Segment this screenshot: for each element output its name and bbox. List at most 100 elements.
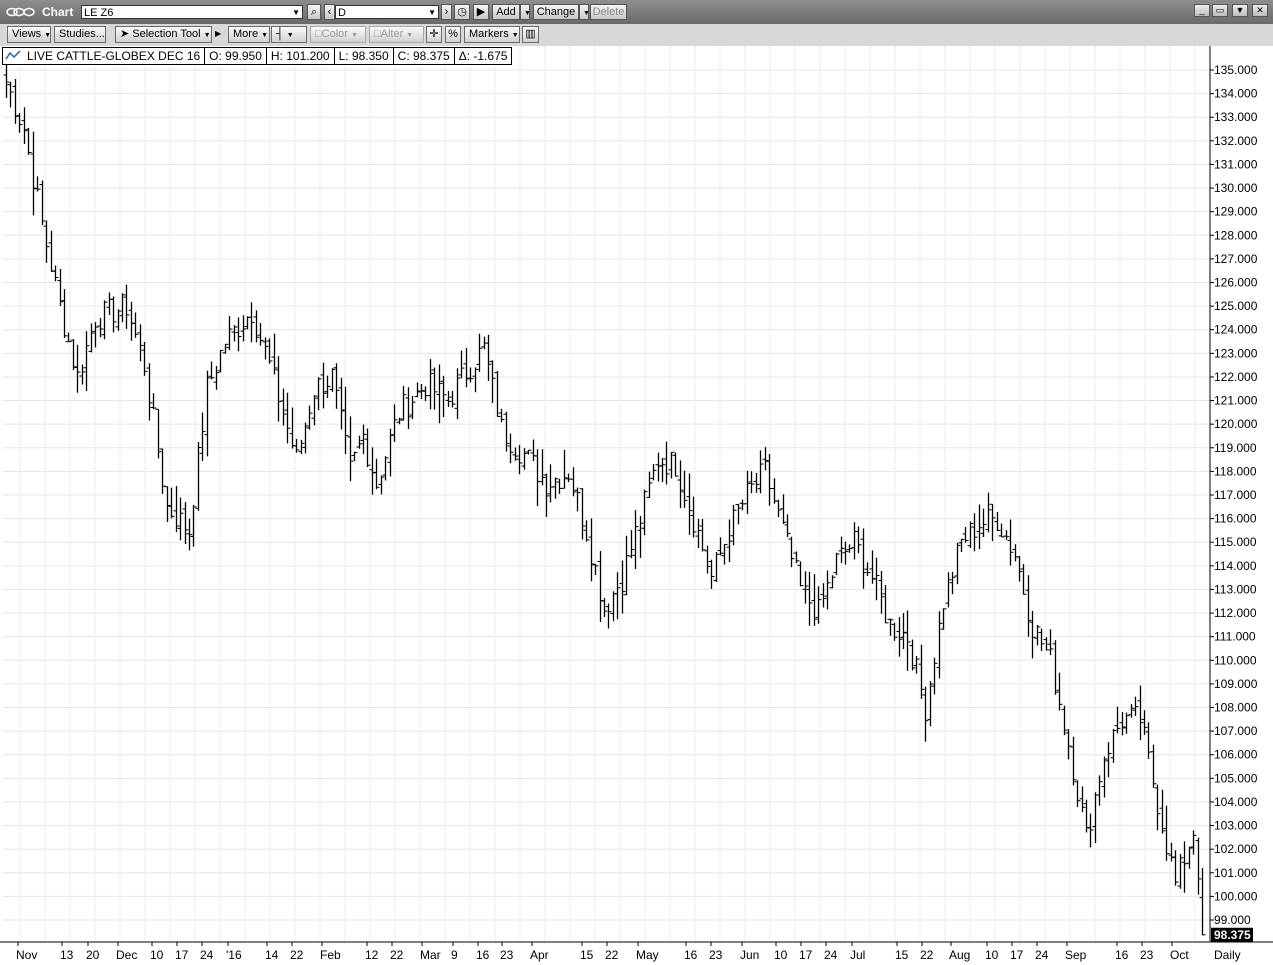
y-tick-label: 111.000 bbox=[1214, 630, 1256, 644]
period-value: D bbox=[338, 7, 346, 19]
y-tick-label: 129.000 bbox=[1214, 205, 1258, 219]
x-tick-label: 16 bbox=[684, 948, 698, 962]
delete-button[interactable]: Delete bbox=[590, 4, 627, 20]
period-next-button[interactable]: › bbox=[441, 4, 452, 20]
y-tick-label: 115.000 bbox=[1214, 535, 1257, 549]
more-button[interactable]: More ▼ bbox=[228, 26, 270, 43]
markers-label: Markers bbox=[469, 28, 509, 40]
y-tick-label: 135.000 bbox=[1214, 63, 1258, 77]
chevron-down-icon: ▼ bbox=[428, 8, 436, 17]
y-tick-label: 107.000 bbox=[1214, 724, 1258, 738]
x-tick-label: Oct bbox=[1170, 948, 1189, 962]
y-tick-label: 114.000 bbox=[1214, 559, 1257, 573]
add-dropdown-button[interactable]: ▼ bbox=[520, 4, 531, 20]
x-tick-label: 13 bbox=[60, 948, 74, 962]
y-tick-label: 105.000 bbox=[1214, 771, 1258, 785]
legend-open: O: 99.950 bbox=[204, 48, 266, 64]
x-tick-label: 17 bbox=[799, 948, 813, 962]
legend-low: L: 98.350 bbox=[333, 48, 393, 64]
views-button[interactable]: Views ▼ bbox=[7, 26, 51, 43]
legend-close: C: 98.375 bbox=[392, 48, 454, 64]
y-tick-label: 116.000 bbox=[1214, 512, 1257, 526]
x-tick-label: 24 bbox=[200, 948, 214, 962]
y-tick-label: 134.000 bbox=[1214, 87, 1258, 101]
y-tick-label: 104.000 bbox=[1214, 795, 1258, 809]
y-tick-label: 113.000 bbox=[1214, 582, 1257, 596]
y-tick-label: 127.000 bbox=[1214, 252, 1258, 266]
percent-button[interactable]: % bbox=[445, 26, 461, 43]
alter-swatch-icon: □ bbox=[374, 28, 381, 40]
x-tick-label: 15 bbox=[895, 948, 909, 962]
x-tick-label: May bbox=[636, 948, 659, 962]
legend-symbol-name: LIVE CATTLE-GLOBEX DEC 16 bbox=[27, 49, 201, 63]
collapse-icon[interactable]: ▼ bbox=[1232, 4, 1248, 17]
x-tick-label: 22 bbox=[605, 948, 619, 962]
period-prev-button[interactable]: ‹ bbox=[324, 4, 335, 20]
chevron-right-icon: ▶ bbox=[215, 29, 222, 38]
selection-tool-button[interactable]: ➤ Selection Tool ▼ bbox=[115, 26, 212, 43]
legend-high: H: 101.200 bbox=[265, 48, 334, 64]
window-title: Chart bbox=[42, 5, 74, 19]
title-bar: Chart LE Z6 ▼ ⌕ ‹ D ▼ › ◷ ▶ Add ▼ Change ▼… bbox=[0, 0, 1273, 25]
change-button[interactable]: Change bbox=[533, 4, 579, 20]
y-tick-label: 102.000 bbox=[1214, 842, 1258, 856]
link-chain-icon[interactable] bbox=[5, 6, 37, 18]
x-tick-label: Jun bbox=[740, 948, 759, 962]
x-tick-label: 23 bbox=[709, 948, 723, 962]
y-tick-label: 122.000 bbox=[1214, 370, 1258, 384]
x-tick-label: 10 bbox=[774, 948, 788, 962]
color-label: Color bbox=[321, 28, 348, 40]
y-tick-label: 119.000 bbox=[1214, 441, 1257, 455]
y-tick-label: 108.000 bbox=[1214, 701, 1258, 715]
x-tick-label: Aug bbox=[949, 948, 970, 962]
x-tick-label: '16 bbox=[226, 948, 242, 962]
color-swatch-icon: □ bbox=[315, 28, 322, 40]
color-button[interactable]: □Color ▼ bbox=[310, 26, 366, 43]
x-tick-label: 22 bbox=[920, 948, 934, 962]
x-tick-label: 16 bbox=[476, 948, 490, 962]
y-tick-label: 132.000 bbox=[1214, 134, 1258, 148]
markers-button[interactable]: Markers ▼ bbox=[464, 26, 520, 43]
clock-icon[interactable]: ◷ bbox=[454, 4, 470, 20]
chart-area[interactable]: 99.000 100.000 101.000 102.000 103.000 104.00… bbox=[0, 46, 1273, 965]
views-label: Views bbox=[12, 28, 42, 40]
price-chart[interactable]: 99.000 100.000 101.000 102.000 103.000 104.00… bbox=[0, 46, 1273, 965]
x-tick-label: 17 bbox=[175, 948, 189, 962]
add-button[interactable]: Add bbox=[492, 4, 520, 20]
x-tick-label: Jul bbox=[850, 948, 865, 962]
line-chart-icon bbox=[3, 49, 23, 64]
y-tick-label: 99.000 bbox=[1214, 913, 1251, 927]
y-tick-label: 101.000 bbox=[1214, 866, 1258, 880]
y-tick-label: 123.000 bbox=[1214, 346, 1258, 360]
bar-style-button[interactable]: ┤ ▼ bbox=[271, 26, 307, 43]
x-tick-label: Dec bbox=[116, 948, 137, 962]
symbol-input[interactable]: LE Z6 ▼ bbox=[81, 5, 303, 19]
restore-icon[interactable]: ▭ bbox=[1212, 4, 1228, 17]
change-dropdown-button[interactable]: ▼ bbox=[579, 4, 590, 20]
y-tick-label: 106.000 bbox=[1214, 748, 1258, 762]
close-icon[interactable]: ✕ bbox=[1252, 4, 1268, 17]
studies-button[interactable]: Studies... bbox=[54, 26, 106, 43]
trash-icon[interactable]: ▥ bbox=[522, 26, 539, 43]
more-label: More bbox=[233, 28, 259, 40]
x-tick-label: 17 bbox=[1010, 948, 1024, 962]
x-tick-label: 20 bbox=[86, 948, 100, 962]
y-tick-label: 110.000 bbox=[1214, 653, 1257, 667]
y-tick-label: 120.000 bbox=[1214, 417, 1258, 431]
alter-button[interactable]: □Alter ▼ bbox=[369, 26, 424, 43]
y-tick-label: 131.000 bbox=[1214, 157, 1258, 171]
y-tick-label: 118.000 bbox=[1214, 464, 1257, 478]
x-tick-label: Mar bbox=[420, 948, 441, 962]
x-tick-label: 22 bbox=[390, 948, 404, 962]
search-icon[interactable]: ⌕ bbox=[307, 4, 321, 20]
minimize-icon[interactable]: _ bbox=[1194, 4, 1210, 17]
y-tick-label: 103.000 bbox=[1214, 819, 1258, 833]
x-tick-label: 24 bbox=[1035, 948, 1049, 962]
period-input[interactable]: D ▼ bbox=[335, 5, 439, 19]
crosshair-icon[interactable]: ✛ bbox=[426, 26, 442, 43]
x-tick-label: 24 bbox=[824, 948, 838, 962]
x-tick-label: 14 bbox=[265, 948, 279, 962]
x-tick-label: 23 bbox=[1140, 948, 1154, 962]
y-tick-label: 124.000 bbox=[1214, 323, 1258, 337]
play-icon[interactable]: ▶ bbox=[473, 4, 489, 20]
